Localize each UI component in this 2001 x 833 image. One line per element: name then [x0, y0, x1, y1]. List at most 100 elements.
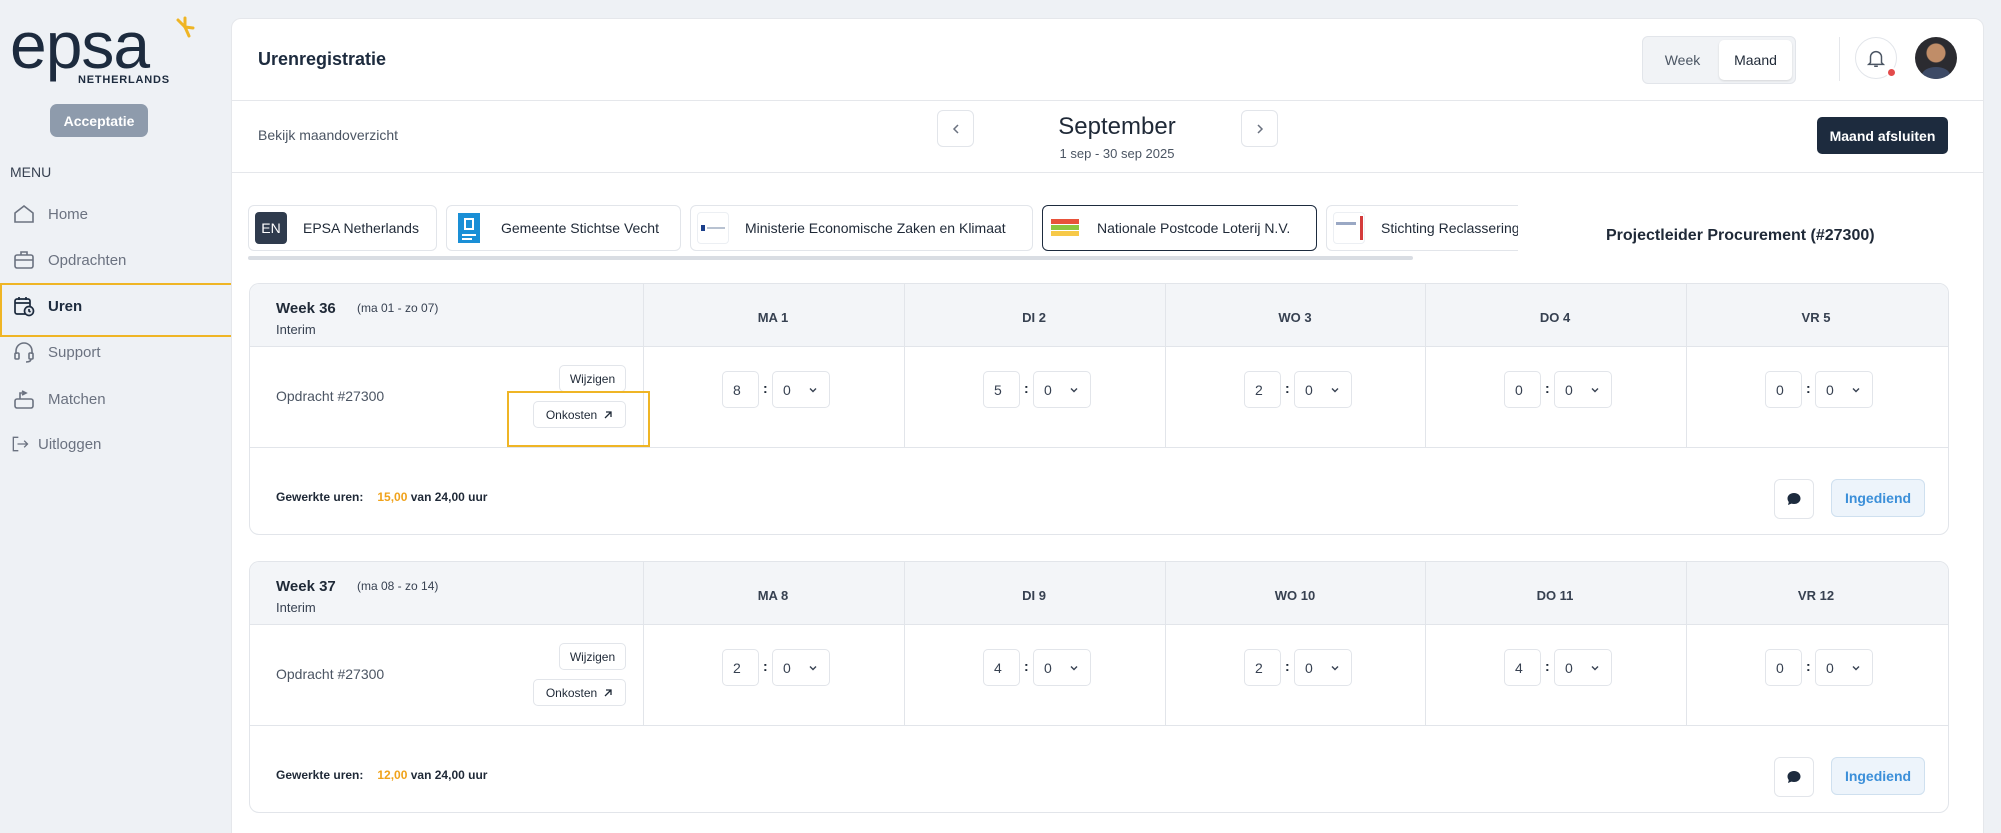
- edit-button[interactable]: Wijzigen: [559, 365, 626, 392]
- sidebar-item-home[interactable]: Home: [0, 191, 232, 237]
- chevron-down-icon: [809, 387, 817, 392]
- month-bar: Bekijk maandoverzicht September 1 sep - …: [232, 101, 1983, 173]
- column-divider: [1425, 562, 1426, 725]
- month-title: September: [1058, 113, 1176, 140]
- week-header: Week 36 (ma 01 - zo 07) Interim MA 1 DI …: [250, 284, 1948, 347]
- expenses-label: Onkosten: [545, 685, 598, 700]
- toggle-month[interactable]: Maand: [1719, 40, 1792, 80]
- hours-input[interactable]: 8: [722, 371, 759, 408]
- chevron-left-icon: [952, 123, 959, 134]
- minutes-value: 0: [1565, 659, 1573, 676]
- column-divider: [1686, 284, 1687, 447]
- minutes-select[interactable]: 0: [1294, 649, 1352, 686]
- client-logo: [453, 212, 485, 244]
- hours-input[interactable]: 0: [1765, 371, 1802, 408]
- chevron-down-icon: [809, 665, 817, 670]
- time-separator: :: [1806, 658, 1811, 674]
- minutes-select[interactable]: 0: [1815, 649, 1873, 686]
- client-tab[interactable]: Gemeente Stichtse Vecht: [446, 205, 681, 251]
- comment-button[interactable]: [1774, 757, 1814, 797]
- week-panel: Week 36 (ma 01 - zo 07) Interim MA 1 DI …: [249, 283, 1949, 535]
- prev-month-button[interactable]: [937, 110, 974, 147]
- time-separator: :: [1285, 380, 1290, 396]
- chevron-down-icon: [1591, 387, 1599, 392]
- assignment-label: Opdracht #27300: [276, 388, 385, 404]
- month-overview-link[interactable]: Bekijk maandoverzicht: [258, 127, 398, 143]
- status-badge[interactable]: Ingediend: [1831, 757, 1925, 795]
- hours-input[interactable]: 2: [722, 649, 759, 686]
- status-badge[interactable]: Ingediend: [1831, 479, 1925, 517]
- time-separator: :: [1285, 658, 1290, 674]
- day-header: DO 11: [1536, 588, 1574, 603]
- sidebar-item-matchen[interactable]: Matchen: [0, 376, 232, 422]
- column-divider: [1686, 562, 1687, 725]
- client-tab-label: Stichting Reclassering Nederland: [1381, 220, 1518, 236]
- avatar[interactable]: [1915, 37, 1957, 79]
- close-month-button[interactable]: Maand afsluiten: [1817, 117, 1948, 154]
- client-tabs-scrollbar[interactable]: [248, 256, 1413, 260]
- client-tab-label: Ministerie Economische Zaken en Klimaat: [745, 220, 1006, 236]
- project-title: Projectleider Procurement (#27300): [1606, 227, 1875, 244]
- sidebar-item-opdrachten[interactable]: Opdrachten: [0, 237, 232, 283]
- chevron-down-icon: [1070, 387, 1078, 392]
- gemeente-logo-icon: [458, 213, 480, 243]
- hours-input[interactable]: 0: [1504, 371, 1541, 408]
- column-divider: [904, 562, 905, 725]
- month-range: 1 sep - 30 sep 2025: [1059, 146, 1175, 161]
- client-tab-label: Gemeente Stichtse Vecht: [501, 220, 659, 236]
- hours-input[interactable]: 4: [983, 649, 1020, 686]
- environment-badge[interactable]: Acceptatie: [50, 104, 148, 137]
- day-header: VR 5: [1801, 310, 1831, 325]
- logo-wordmark: epsa: [10, 8, 150, 82]
- column-divider: [1425, 284, 1426, 447]
- client-tab-selected[interactable]: Nationale Postcode Loterij N.V.: [1042, 205, 1317, 251]
- minutes-select[interactable]: 0: [1033, 649, 1091, 686]
- worked-hours-total: van 24,00 uur: [410, 768, 488, 782]
- minutes-select[interactable]: 0: [1815, 371, 1873, 408]
- client-logo: [1333, 212, 1365, 244]
- client-logo: EN: [255, 212, 287, 244]
- epsa-logo[interactable]: epsa NETHERLANDS: [10, 8, 195, 94]
- assignment-label: Opdracht #27300: [276, 666, 385, 682]
- comment-button[interactable]: [1774, 479, 1814, 519]
- ministry-logo-icon: [701, 225, 725, 231]
- time-separator: :: [1806, 380, 1811, 396]
- edit-button[interactable]: Wijzigen: [559, 643, 626, 670]
- hours-input[interactable]: 2: [1244, 649, 1281, 686]
- chevron-down-icon: [1852, 665, 1860, 670]
- hours-input[interactable]: 5: [983, 371, 1020, 408]
- header-divider: [1839, 37, 1840, 81]
- sidebar: epsa NETHERLANDS Acceptatie MENU Home Op…: [0, 0, 237, 833]
- minutes-value: 0: [1044, 381, 1052, 398]
- hours-input[interactable]: 4: [1504, 649, 1541, 686]
- minutes-value: 0: [1044, 659, 1052, 676]
- toggle-week[interactable]: Week: [1646, 40, 1719, 80]
- expenses-button[interactable]: Onkosten: [533, 679, 626, 706]
- day-header: VR 12: [1797, 588, 1835, 603]
- time-separator: :: [763, 380, 768, 396]
- briefcase-icon: [14, 251, 34, 269]
- next-month-button[interactable]: [1241, 110, 1278, 147]
- minutes-select[interactable]: 0: [1294, 371, 1352, 408]
- avatar-shirt: [1922, 67, 1950, 79]
- menu-label: MENU: [10, 164, 52, 180]
- hours-input[interactable]: 2: [1244, 371, 1281, 408]
- client-tab-label: Nationale Postcode Loterij N.V.: [1097, 220, 1291, 236]
- client-tab[interactable]: Ministerie Economische Zaken en Klimaat: [690, 205, 1033, 251]
- client-tab-label: EPSA Netherlands: [303, 220, 419, 236]
- week-title: Week 36: [276, 300, 336, 317]
- client-tab[interactable]: EN EPSA Netherlands: [248, 205, 437, 251]
- hours-input[interactable]: 0: [1765, 649, 1802, 686]
- sidebar-item-uitloggen[interactable]: Uitloggen: [0, 421, 232, 467]
- minutes-select[interactable]: 0: [1554, 371, 1612, 408]
- client-tab[interactable]: Stichting Reclassering Nederland: [1326, 205, 1518, 251]
- minutes-value: 0: [1826, 659, 1834, 676]
- minutes-value: 0: [1565, 381, 1573, 398]
- minutes-select[interactable]: 0: [772, 649, 830, 686]
- minutes-select[interactable]: 0: [1033, 371, 1091, 408]
- logout-icon: [12, 436, 29, 452]
- expenses-highlight: [507, 391, 650, 447]
- minutes-select[interactable]: 0: [772, 371, 830, 408]
- minutes-select[interactable]: 0: [1554, 649, 1612, 686]
- client-logo: [697, 212, 729, 244]
